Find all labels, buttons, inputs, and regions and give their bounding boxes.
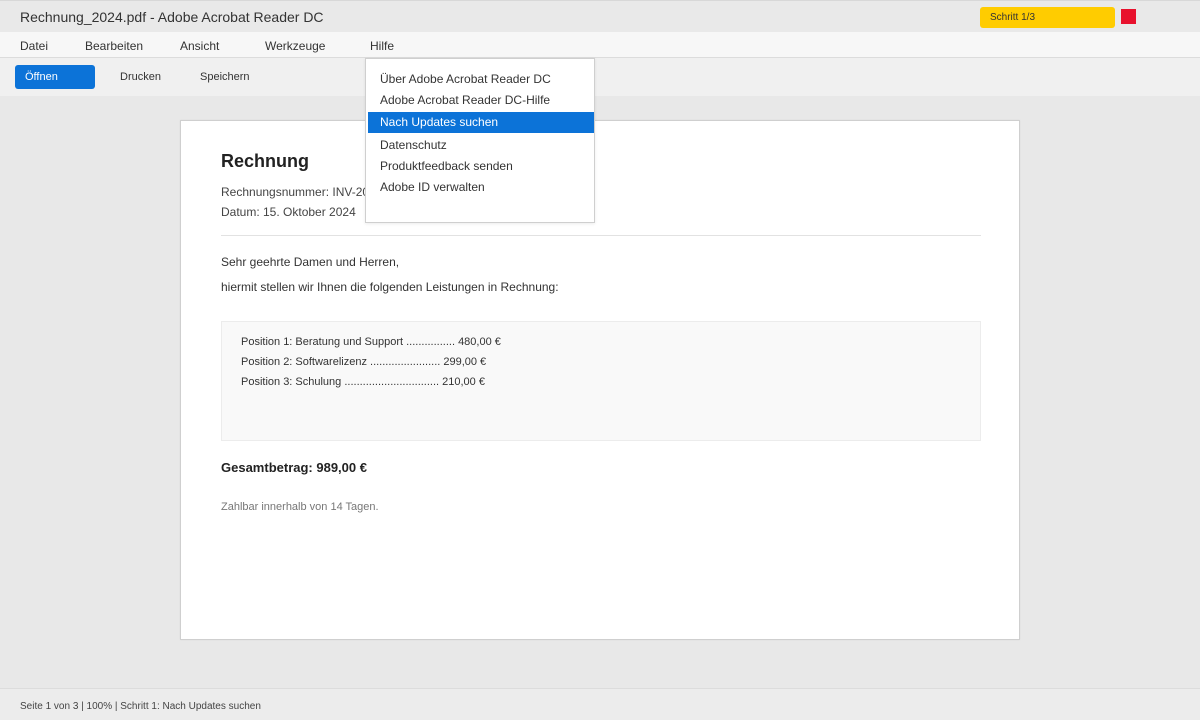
menu-item-adobe-id[interactable]: Adobe ID verwalten — [368, 177, 594, 198]
save-button[interactable]: Speichern — [190, 65, 260, 89]
line-item: Position 1: Beratung und Support .......… — [241, 336, 501, 348]
menu-item-about[interactable]: Über Adobe Acrobat Reader DC — [368, 69, 594, 90]
menu-item-privacy[interactable]: Datenschutz — [368, 135, 594, 156]
intro-text: hiermit stellen wir Ihnen die folgenden … — [221, 280, 559, 294]
menu-bar: Datei Bearbeiten Ansicht Werkzeuge Hilfe — [0, 32, 1200, 58]
open-button[interactable]: Öffnen — [15, 65, 95, 89]
divider — [221, 235, 981, 236]
menu-hilfe[interactable]: Hilfe — [370, 39, 394, 53]
status-text: Seite 1 von 3 | 100% | Schritt 1: Nach U… — [20, 701, 261, 712]
invoice-date: Datum: 15. Oktober 2024 — [221, 205, 356, 219]
menu-item-check-updates[interactable]: Nach Updates suchen — [368, 112, 594, 133]
red-marker-icon — [1121, 9, 1136, 24]
total-amount: Gesamtbetrag: 989,00 € — [221, 460, 367, 475]
payment-note: Zahlbar innerhalb von 14 Tagen. — [221, 501, 379, 513]
menu-ansicht[interactable]: Ansicht — [180, 39, 219, 53]
menu-item-help[interactable]: Adobe Acrobat Reader DC-Hilfe — [368, 90, 594, 111]
document-page: Rechnung Rechnungsnummer: INV-20 Datum: … — [180, 120, 1020, 640]
greeting-text: Sehr geehrte Damen und Herren, — [221, 255, 400, 269]
title-bar: Rechnung_2024.pdf - Adobe Acrobat Reader… — [0, 0, 1200, 32]
line-item: Position 2: Softwarelizenz .............… — [241, 356, 487, 368]
invoice-number: Rechnungsnummer: INV-20 — [221, 185, 370, 199]
menu-werkzeuge[interactable]: Werkzeuge — [265, 39, 325, 53]
print-button[interactable]: Drucken — [110, 65, 171, 89]
help-dropdown-menu: Über Adobe Acrobat Reader DC Adobe Acrob… — [365, 58, 595, 223]
menu-datei[interactable]: Datei — [20, 39, 48, 53]
toolbar: Öffnen Drucken Speichern — [0, 58, 1200, 96]
window-title: Rechnung_2024.pdf - Adobe Acrobat Reader… — [20, 9, 324, 25]
status-bar: Seite 1 von 3 | 100% | Schritt 1: Nach U… — [0, 688, 1200, 720]
step-badge: Schritt 1/3 — [980, 7, 1115, 28]
line-items-box: Position 1: Beratung und Support .......… — [221, 321, 981, 441]
line-item: Position 3: Schulung ...................… — [241, 376, 485, 388]
menu-bearbeiten[interactable]: Bearbeiten — [85, 39, 143, 53]
document-title: Rechnung — [221, 151, 309, 171]
menu-item-feedback[interactable]: Produktfeedback senden — [368, 156, 594, 177]
